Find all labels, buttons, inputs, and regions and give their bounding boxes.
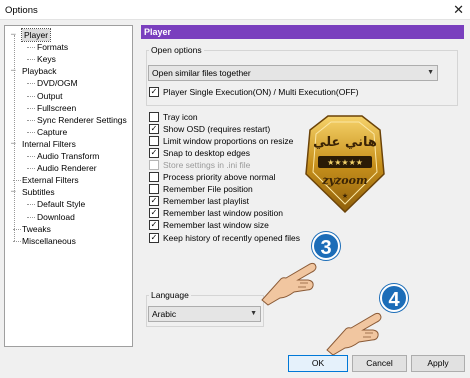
tree-item[interactable]: Playback	[22, 65, 57, 77]
checkbox-box[interactable]	[149, 136, 159, 147]
chevron-down-icon: ▼	[427, 69, 434, 76]
option-label: Show OSD (requires restart)	[163, 124, 271, 135]
logo-top-text: هاني علي	[313, 135, 377, 150]
minus-box-icon[interactable]: ─	[11, 138, 19, 150]
option-label: Process priority above normal	[163, 172, 276, 183]
option-label: Snap to desktop edges	[163, 148, 250, 159]
checkmark-icon[interactable]: ✓	[149, 220, 159, 231]
checkmark-icon[interactable]: ✓	[149, 148, 159, 159]
tree-connector	[27, 216, 35, 218]
window-title: Options	[5, 5, 38, 16]
pointing-hand-icon	[261, 262, 317, 306]
logo-bottom-text: zyzoom	[321, 174, 367, 187]
options-tree[interactable]: Player ─ Formats Keys Playback ─ DVD/OGM Output…	[4, 25, 133, 347]
title-bar: Options ✕	[0, 0, 470, 20]
tree-item[interactable]: DVD/OGM	[37, 77, 78, 89]
logo-stars: ★★★★★	[327, 158, 363, 167]
tree-connector	[13, 240, 21, 242]
tree-item[interactable]: Default Style	[37, 198, 85, 210]
checkmark-icon[interactable]: ✓	[149, 208, 159, 219]
tree-item[interactable]: Keys	[37, 53, 56, 65]
open-options-combo[interactable]: Open similar files together ▼	[148, 65, 438, 81]
pointing-hand-icon	[326, 312, 382, 356]
language-label: Language	[149, 290, 191, 300]
minus-box-icon[interactable]: ─	[11, 65, 19, 77]
option-label: Remember last playlist	[163, 196, 249, 207]
tree-item[interactable]: Output	[37, 90, 63, 102]
checkbox-box[interactable]	[149, 112, 159, 122]
open-options-combo-value: Open similar files together	[152, 68, 251, 78]
option-label: Remember File position	[163, 184, 253, 195]
tree-connector	[27, 204, 35, 206]
tree-connector	[27, 168, 35, 170]
checkmark-icon[interactable]: ✓	[149, 124, 159, 135]
checkmark-icon[interactable]: ✓	[149, 196, 159, 207]
zyzoom-logo: هاني علي ★★★★★ zyzoom ★	[305, 115, 385, 214]
checkmark-icon[interactable]: ✓	[149, 232, 159, 243]
tree-connector	[27, 59, 35, 61]
tree-connector	[27, 131, 35, 133]
checkbox-box[interactable]	[149, 184, 159, 195]
tree-item[interactable]: Download	[37, 211, 75, 223]
tree-connector	[27, 47, 35, 49]
option-label: Tray icon	[163, 112, 198, 122]
tree-connector	[27, 95, 35, 97]
tree-item[interactable]: Capture	[37, 126, 67, 138]
tree-item[interactable]: Audio Transform	[37, 150, 99, 162]
tree-connector	[27, 156, 35, 157]
tree-item[interactable]: Audio Renderer	[37, 162, 97, 174]
chevron-down-icon: ▼	[250, 310, 257, 317]
option-label: Keep history of recently opened files	[163, 232, 301, 243]
option-label: Limit window proportions on resize	[163, 136, 294, 147]
language-combo[interactable]: Arabic ▼	[148, 306, 261, 322]
tree-connector	[14, 35, 15, 241]
tree-item[interactable]: Sync Renderer Settings	[37, 114, 127, 126]
option-label: Remember last window position	[163, 208, 283, 219]
checkbox-box[interactable]	[149, 172, 159, 183]
minus-box-icon[interactable]: ─	[11, 186, 19, 198]
close-icon[interactable]: ✕	[453, 2, 464, 18]
tree-item[interactable]: Formats	[37, 41, 68, 53]
tree-item[interactable]: Internal Filters	[22, 138, 76, 150]
option-label: Remember last window size	[163, 220, 269, 231]
apply-button[interactable]: Apply	[411, 355, 465, 372]
checkbox-box[interactable]: ✓	[149, 87, 159, 97]
tree-item[interactable]: Fullscreen	[37, 102, 76, 114]
option-label: Store settings in .ini file	[163, 160, 251, 171]
tree-connector	[27, 107, 35, 109]
language-combo-value: Arabic	[152, 309, 177, 319]
cancel-button[interactable]: Cancel	[352, 355, 407, 372]
checkbox-box	[149, 160, 159, 171]
tree-item[interactable]: Subtitles	[22, 186, 55, 198]
open-options-label: Open options	[149, 45, 204, 55]
ok-button[interactable]: OK	[288, 355, 348, 372]
panel-header: Player	[141, 25, 464, 39]
single-exec-label: Player Single Execution(ON) / Multi Exec…	[163, 87, 359, 97]
tree-item[interactable]: Player	[20, 28, 52, 42]
logo-star-small: ★	[342, 192, 348, 200]
tree-item[interactable]: Miscellaneous	[22, 235, 76, 247]
tree-connector	[27, 119, 35, 121]
tree-connector	[27, 83, 35, 85]
minus-box-icon[interactable]: ─	[11, 29, 19, 41]
tree-item[interactable]: Tweaks	[22, 223, 51, 235]
tree-item[interactable]: External Filters	[22, 174, 79, 186]
